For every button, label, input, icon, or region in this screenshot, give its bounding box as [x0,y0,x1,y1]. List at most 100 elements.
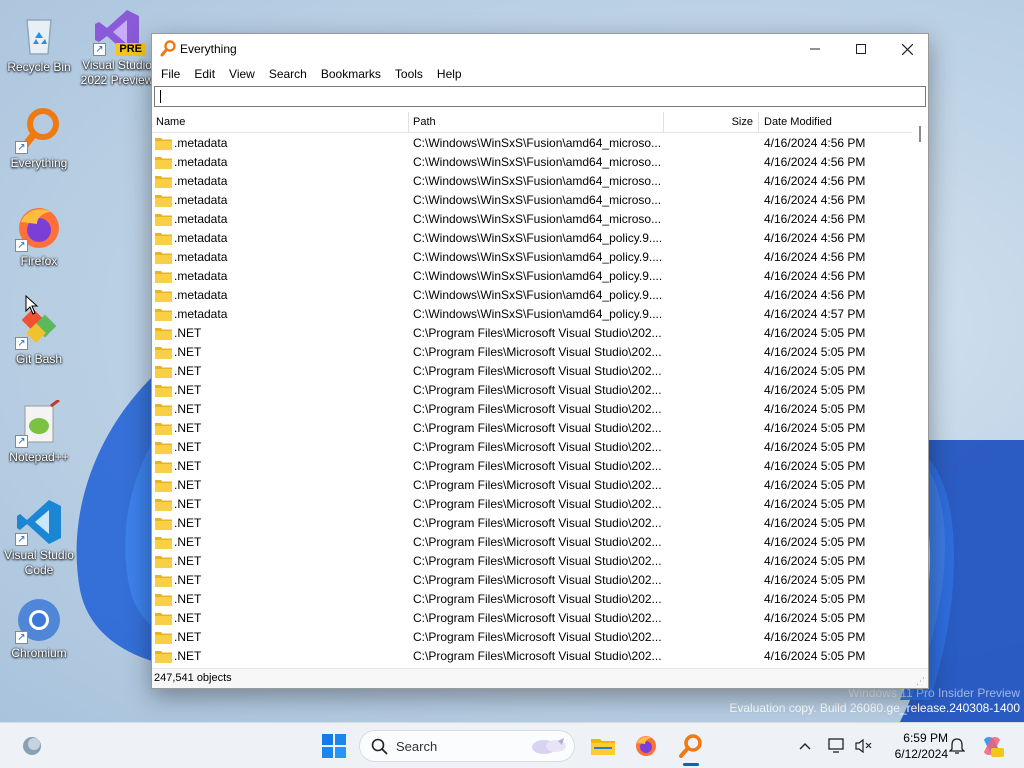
table-row[interactable]: .NET C:\Program Files\Microsoft Visual St… [152,552,912,571]
table-row[interactable]: .metadata C:\Windows\WinSxS\Fusion\amd64_… [152,286,912,305]
desktop-icon-label: Chromium [11,646,67,660]
table-row[interactable]: .NET C:\Program Files\Microsoft Visual St… [152,362,912,381]
taskbar-clock[interactable]: 6:59 PM 6/12/2024 [878,730,948,762]
cell-path: C:\Program Files\Microsoft Visual Studio… [413,326,662,340]
everything-icon [679,734,702,758]
menu-view[interactable]: View [222,64,262,84]
copilot-button[interactable] [978,723,1006,768]
notifications-button[interactable] [946,723,968,768]
column-divider[interactable] [758,112,759,133]
table-row[interactable]: .metadata C:\Windows\WinSxS\Fusion\amd64_… [152,305,912,324]
show-hidden-icons-button[interactable] [794,723,816,768]
column-divider[interactable] [408,112,409,133]
desktop-icon-firefox[interactable]: ↗ Firefox [0,204,78,269]
table-row[interactable]: .NET C:\Program Files\Microsoft Visual St… [152,514,912,533]
desktop-icon-notepad-plus-plus[interactable]: ↗ Notepad++ [0,398,78,465]
cell-path: C:\Program Files\Microsoft Visual Studio… [413,364,662,378]
menu-help[interactable]: Help [430,64,469,84]
table-row[interactable]: .NET C:\Program Files\Microsoft Visual St… [152,647,912,666]
desktop-icon-vscode[interactable]: ↗ Visual Studio Code [0,498,78,578]
table-row[interactable]: .NET C:\Program Files\Microsoft Visual St… [152,343,912,362]
folder-icon [155,327,172,340]
cell-path: C:\Windows\WinSxS\Fusion\amd64_microso..… [413,174,662,188]
shortcut-arrow-icon: ↗ [15,435,28,448]
table-row[interactable]: .metadata C:\Windows\WinSxS\Fusion\amd64_… [152,153,912,172]
cell-date-modified: 4/16/2024 5:05 PM [764,554,866,568]
widgets-button[interactable] [16,730,48,762]
table-row[interactable]: .NET C:\Program Files\Microsoft Visual St… [152,381,912,400]
table-row[interactable]: .NET C:\Program Files\Microsoft Visual St… [152,571,912,590]
column-header-size[interactable]: Size [664,112,753,133]
menu-bookmarks[interactable]: Bookmarks [314,64,388,84]
close-button[interactable] [884,34,930,64]
desktop-icon-label: Visual Studio Code [4,548,74,577]
cell-name: .metadata [174,269,228,283]
cell-date-modified: 4/16/2024 4:56 PM [764,231,866,245]
cell-date-modified: 4/16/2024 5:05 PM [764,402,866,416]
scrollbar-thumb[interactable] [919,126,921,142]
folder-icon [155,536,172,549]
cell-name: .NET [174,459,202,473]
table-row[interactable]: .NET C:\Program Files\Microsoft Visual St… [152,457,912,476]
menu-edit[interactable]: Edit [187,64,222,84]
desktop-icon-visual-studio-2022-preview[interactable]: ↗ PRE Visual Studio 2022 Preview [78,8,156,88]
cell-path: C:\Program Files\Microsoft Visual Studio… [413,383,662,397]
cell-date-modified: 4/16/2024 5:05 PM [764,592,866,606]
table-row[interactable]: .NET C:\Program Files\Microsoft Visual St… [152,590,912,609]
table-row[interactable]: .metadata C:\Windows\WinSxS\Fusion\amd64_… [152,248,912,267]
desktop-icon-chromium[interactable]: ↗ Chromium [0,596,78,661]
cell-path: C:\Program Files\Microsoft Visual Studio… [413,440,662,454]
table-row[interactable]: .NET C:\Program Files\Microsoft Visual St… [152,476,912,495]
cell-name: .NET [174,478,202,492]
resize-grip-icon[interactable]: ⋰ [916,676,926,686]
desktop-icon-git-bash[interactable]: ↗ Git Bash [0,302,78,367]
table-row[interactable]: .NET C:\Program Files\Microsoft Visual St… [152,419,912,438]
table-row[interactable]: .metadata C:\Windows\WinSxS\Fusion\amd64_… [152,172,912,191]
taskbar-file-explorer[interactable] [587,730,619,762]
search-icon [371,738,389,759]
table-row[interactable]: .NET C:\Program Files\Microsoft Visual St… [152,609,912,628]
desktop-icon-recycle-bin[interactable]: Recycle Bin [0,10,78,75]
folder-icon [155,232,172,245]
table-row[interactable]: .NET C:\Program Files\Microsoft Visual St… [152,533,912,552]
menu-file[interactable]: File [154,64,187,84]
cell-name: .NET [174,516,202,530]
cell-date-modified: 4/16/2024 4:56 PM [764,155,866,169]
table-row[interactable]: .metadata C:\Windows\WinSxS\Fusion\amd64_… [152,267,912,286]
volume-button[interactable] [852,723,874,768]
taskbar-everything[interactable] [675,730,707,762]
column-header-date-modified[interactable]: Date Modified [764,112,832,133]
cell-path: C:\Program Files\Microsoft Visual Studio… [413,402,662,416]
table-row[interactable]: .NET C:\Program Files\Microsoft Visual St… [152,495,912,514]
taskbar-search-box[interactable]: Search [359,730,575,762]
table-row[interactable]: .metadata C:\Windows\WinSxS\Fusion\amd64_… [152,191,912,210]
table-row[interactable]: .metadata C:\Windows\WinSxS\Fusion\amd64_… [152,210,912,229]
cell-date-modified: 4/16/2024 5:05 PM [764,440,866,454]
search-input[interactable] [154,86,926,107]
cell-name: .metadata [174,193,228,207]
table-row[interactable]: .metadata C:\Windows\WinSxS\Fusion\amd64_… [152,134,912,153]
maximize-button[interactable] [838,34,884,64]
cell-name: .NET [174,345,202,359]
taskbar-firefox[interactable] [630,730,662,762]
widgets-icon [23,737,41,755]
start-button[interactable] [318,730,350,762]
column-header-path[interactable]: Path [413,112,436,133]
cell-path: C:\Program Files\Microsoft Visual Studio… [413,630,662,644]
title-bar[interactable]: Everything [152,34,928,64]
menu-search[interactable]: Search [262,64,314,84]
network-button[interactable] [826,723,848,768]
menu-tools[interactable]: Tools [388,64,430,84]
folder-icon [155,175,172,188]
vertical-scrollbar[interactable] [912,112,928,666]
minimize-button[interactable] [792,34,838,64]
table-row[interactable]: .NET C:\Program Files\Microsoft Visual St… [152,400,912,419]
table-row[interactable]: .NET C:\Program Files\Microsoft Visual St… [152,628,912,647]
table-row[interactable]: .NET C:\Program Files\Microsoft Visual St… [152,438,912,457]
desktop-icon-everything[interactable]: ↗ Everything [0,106,78,171]
taskbar-search-placeholder: Search [396,739,438,754]
column-header-name[interactable]: Name [156,112,185,133]
table-row[interactable]: .metadata C:\Windows\WinSxS\Fusion\amd64_… [152,229,912,248]
visual-studio-icon: ↗ PRE [93,8,145,56]
table-row[interactable]: .NET C:\Program Files\Microsoft Visual St… [152,324,912,343]
